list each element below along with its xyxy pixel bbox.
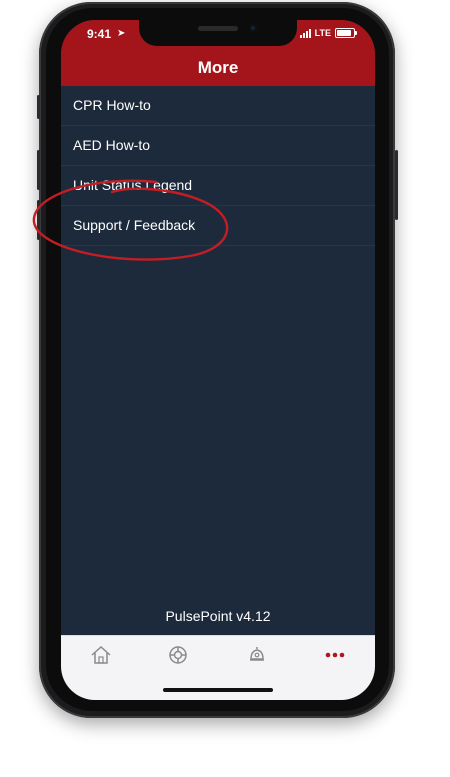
tab-more[interactable] bbox=[323, 644, 347, 666]
speaker-grille bbox=[198, 26, 238, 31]
front-camera bbox=[249, 24, 257, 32]
volume-down-button bbox=[37, 200, 40, 240]
location-arrow-icon: ➤ bbox=[117, 28, 126, 39]
menu-item-unit-status[interactable]: Unit Status Legend bbox=[61, 166, 375, 206]
menu-item-support[interactable]: Support / Feedback bbox=[61, 206, 375, 246]
notch bbox=[139, 20, 297, 46]
volume-up-button bbox=[37, 150, 40, 190]
page-title: More bbox=[197, 58, 239, 77]
home-indicator bbox=[163, 688, 273, 692]
tab-cpr[interactable] bbox=[166, 644, 190, 666]
battery-icon bbox=[335, 28, 357, 38]
more-menu: CPR How-to AED How-to Unit Status Legend… bbox=[61, 86, 375, 246]
menu-item-cpr[interactable]: CPR How-to bbox=[61, 86, 375, 126]
network-label: LTE bbox=[314, 28, 331, 38]
app-screen: 9:41 ➤ LTE More CPR How-to AED How-to Un… bbox=[61, 20, 375, 700]
more-dots-icon bbox=[325, 652, 345, 658]
power-button bbox=[395, 150, 398, 220]
alert-bell-icon bbox=[250, 647, 264, 661]
signal-icon bbox=[299, 28, 311, 38]
app-version: PulsePoint v4.12 bbox=[165, 608, 271, 624]
status-indicators: LTE bbox=[299, 28, 357, 38]
lifebuoy-icon bbox=[169, 646, 187, 664]
status-time: 9:41 bbox=[87, 27, 112, 41]
menu-item-aed[interactable]: AED How-to bbox=[61, 126, 375, 166]
tab-bar bbox=[61, 635, 375, 700]
tab-alerts[interactable] bbox=[245, 644, 269, 666]
tab-home[interactable] bbox=[89, 644, 113, 666]
mute-switch bbox=[37, 95, 40, 119]
home-icon bbox=[91, 645, 111, 664]
nav-header: 9:41 ➤ LTE More bbox=[61, 20, 375, 86]
